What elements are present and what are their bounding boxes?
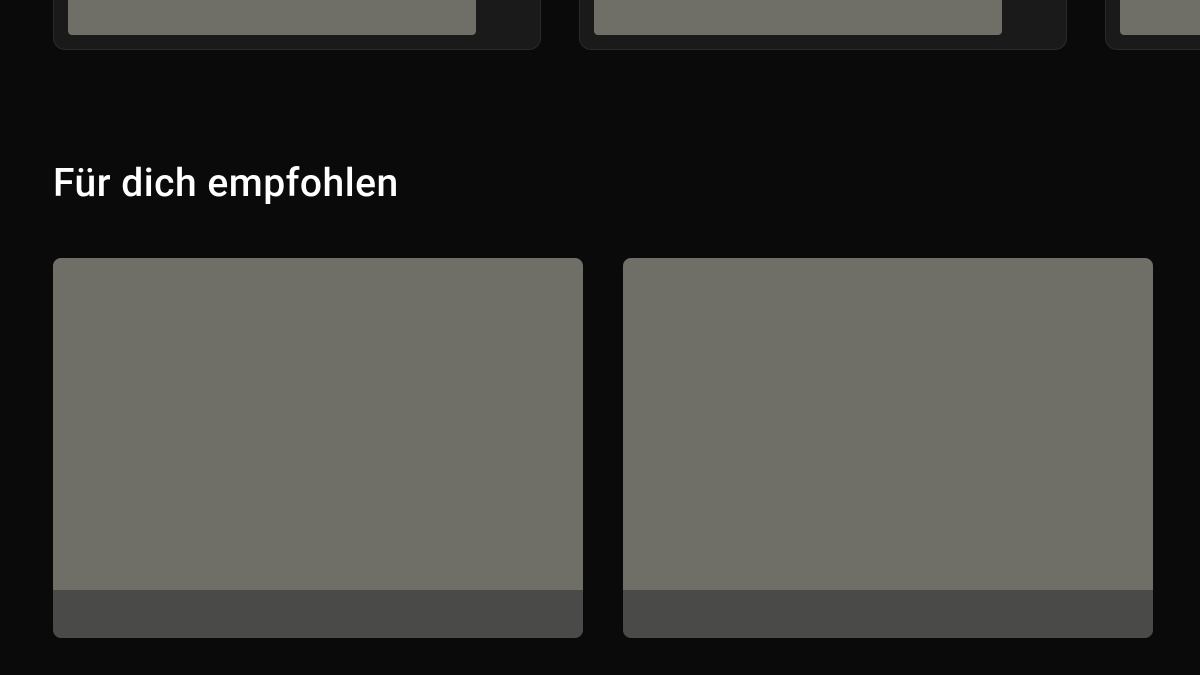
recommended-card-row: [0, 258, 1200, 638]
content-card[interactable]: [1105, 0, 1200, 50]
card-footer-placeholder: [53, 590, 583, 638]
card-footer-placeholder: [623, 590, 1153, 638]
card-thumbnail-placeholder: [594, 0, 1002, 35]
section-title-recommended: Für dich empfohlen: [0, 160, 1200, 206]
recommended-card[interactable]: [53, 258, 583, 638]
card-thumbnail-placeholder: [68, 0, 476, 35]
card-thumbnail-placeholder: [1120, 0, 1200, 35]
card-thumbnail-placeholder: [623, 258, 1153, 590]
recommended-card[interactable]: [623, 258, 1153, 638]
content-card[interactable]: [579, 0, 1067, 50]
content-card[interactable]: [53, 0, 541, 50]
card-thumbnail-placeholder: [53, 258, 583, 590]
top-card-row: [0, 0, 1200, 50]
